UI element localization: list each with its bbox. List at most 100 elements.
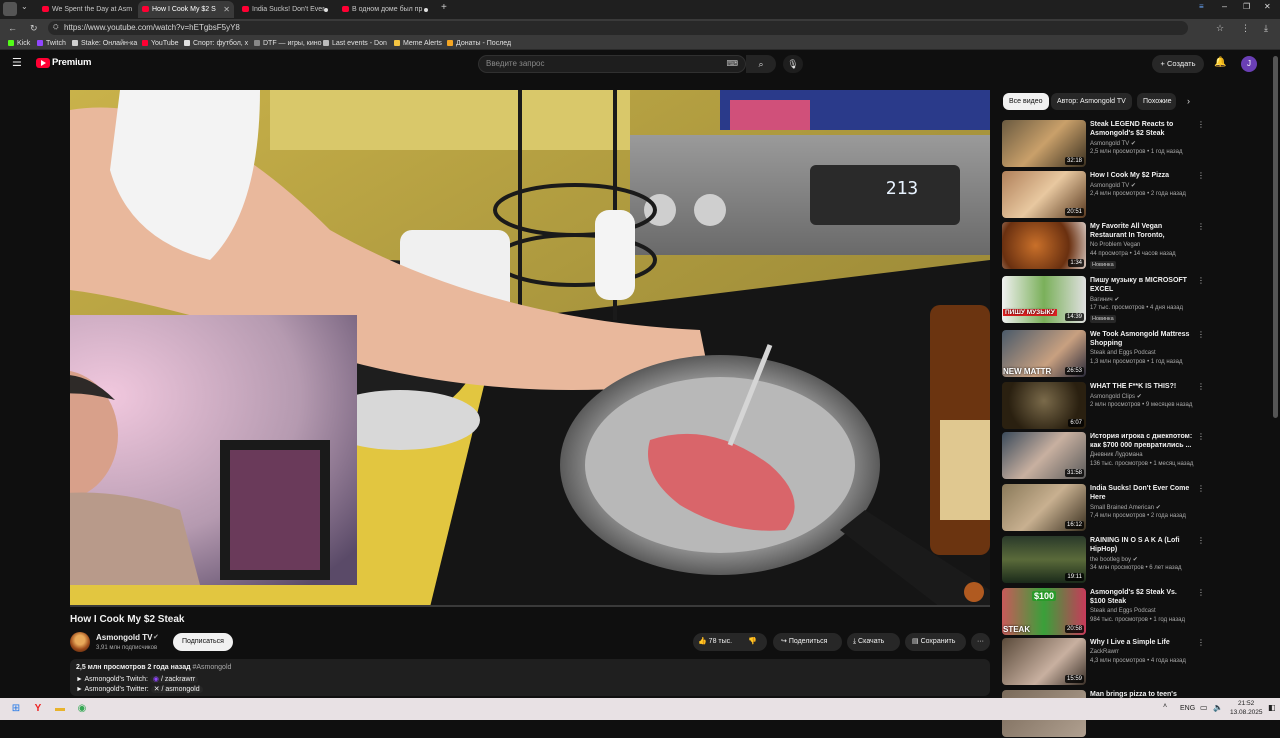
bookmark-stake[interactable]: Stake: Онлайн-ка <box>72 37 137 50</box>
bookmark-kick[interactable]: Kick <box>8 37 30 50</box>
url-field[interactable]: ⛭ https://www.youtube.com/watch?v=hETgbs… <box>48 21 1188 35</box>
new-tab-button[interactable]: + <box>441 2 447 13</box>
recommendation-title[interactable]: We Took Asmongold Mattress Shopping <box>1090 330 1194 348</box>
recommendation-channel[interactable]: No Problem Vegan <box>1090 242 1140 248</box>
create-button[interactable]: + Создать <box>1152 55 1204 73</box>
bookmark-sport[interactable]: Спорт: футбол, х <box>184 37 248 50</box>
more-actions-button[interactable]: ··· <box>971 633 990 651</box>
tab-close-icon[interactable]: ✕ <box>223 1 230 18</box>
recommendation-card[interactable]: 1:34 My Favorite All Vegan Restaurant In … <box>1002 222 1207 270</box>
kebab-menu-icon[interactable]: ⋮ <box>1197 536 1205 545</box>
bookmark-dtf[interactable]: DTF — игры, кино <box>254 37 322 50</box>
yandex-browser-icon[interactable]: Y <box>30 701 46 717</box>
recommendation-channel[interactable]: ZackRawrr <box>1090 649 1119 655</box>
video-thumbnail[interactable]: 31:58 <box>1002 432 1086 479</box>
recommendation-card[interactable]: ПИШУ МУЗЫКУ 14:39 Пишу музыку в MICROSOFT … <box>1002 276 1207 324</box>
video-thumbnail[interactable]: ПИШУ МУЗЫКУ 14:39 <box>1002 276 1086 323</box>
search-button[interactable]: ⌕ <box>746 55 776 73</box>
tab-3[interactable]: В одном доме был пр <box>338 1 434 18</box>
recommendation-title[interactable]: RAINING IN O S A K A (Lofi HipHop) <box>1090 536 1194 554</box>
network-icon[interactable]: ▭ <box>1200 703 1208 712</box>
kebab-menu-icon[interactable]: ⋮ <box>1197 638 1205 647</box>
notifications-icon[interactable]: ◧ <box>1268 703 1276 712</box>
twitch-link[interactable]: ◉ / zackrawrr <box>149 676 199 683</box>
recommendation-channel[interactable]: Steak and Eggs Podcast <box>1090 608 1156 614</box>
progress-bar[interactable] <box>70 605 990 607</box>
keyboard-icon[interactable]: ⌨ <box>726 56 738 72</box>
video-thumbnail[interactable]: 6:07 <box>1002 382 1086 429</box>
page-scrollbar[interactable] <box>1273 56 1278 418</box>
kebab-menu-icon[interactable]: ⋮ <box>1197 222 1205 231</box>
kebab-menu-icon[interactable]: ⋮ <box>1197 382 1205 391</box>
bookmark-meme-alerts[interactable]: Meme Alerts <box>394 37 442 50</box>
recommendation-channel[interactable]: Вагинич ✔ <box>1090 296 1119 303</box>
recommendation-title[interactable]: India Sucks! Don't Ever Come Here <box>1090 484 1194 502</box>
recommendation-card[interactable]: 15:59 Why I Live a Simple Life ZackRawrr 4,… <box>1002 638 1207 686</box>
bookmark-twitch[interactable]: Twitch <box>37 37 66 50</box>
video-thumbnail[interactable]: 32:18 <box>1002 120 1086 167</box>
kebab-menu-icon[interactable]: ⋮ <box>1241 19 1250 37</box>
kebab-menu-icon[interactable]: ⋮ <box>1197 588 1205 597</box>
recommendation-channel[interactable]: Asmongold Clips ✔ <box>1090 393 1142 400</box>
save-button[interactable]: ▤ Сохранить <box>905 633 966 651</box>
voice-search-button[interactable]: 🎙 <box>783 55 803 73</box>
recommendation-title[interactable]: WHAT THE F**K IS THIS?! <box>1090 382 1194 391</box>
recommendation-title[interactable]: Asmongold's $2 Steak Vs. $100 Steak <box>1090 588 1194 606</box>
recommendation-title[interactable]: Пишу музыку в MICROSOFT EXCEL <box>1090 276 1194 294</box>
hashtag-link[interactable]: #Asmongold <box>192 664 231 671</box>
recommendation-channel[interactable]: Asmongold TV ✔ <box>1090 182 1136 189</box>
twitter-link[interactable]: ✕ / asmongold <box>150 686 203 693</box>
site-info-icon[interactable]: ⛭ <box>53 21 59 35</box>
recommendation-title[interactable]: История игрока с джекпотом: как $700 000… <box>1090 432 1194 450</box>
recommendation-title[interactable]: How I Cook My $2 Pizza <box>1090 171 1194 180</box>
tab-list-icon[interactable]: ⌄ <box>21 2 28 11</box>
video-thumbnail[interactable]: 20:51 <box>1002 171 1086 218</box>
video-thumbnail[interactable]: NEW MATTR 26:53 <box>1002 330 1086 377</box>
recommendation-card[interactable]: NEW MATTR 26:53 We Took Asmongold Mattress… <box>1002 330 1207 378</box>
extensions-icon[interactable]: ≡ <box>1199 2 1204 11</box>
video-thumbnail[interactable]: STEAK $100 20:58 <box>1002 588 1086 635</box>
recommendation-title[interactable]: Steak LEGEND Reacts to Asmongold's $2 St… <box>1090 120 1194 138</box>
recommendation-channel[interactable]: Steak and Eggs Podcast <box>1090 350 1156 356</box>
recommendation-card[interactable]: 32:18 Steak LEGEND Reacts to Asmongold's … <box>1002 120 1207 168</box>
minimize-icon[interactable]: – <box>1222 1 1227 11</box>
channel-name[interactable]: Asmongold TV <box>96 633 152 642</box>
share-button[interactable]: ↪ Поделиться <box>773 633 842 651</box>
chip-related[interactable]: Похожие <box>1137 93 1176 110</box>
volume-icon[interactable]: 🔈 <box>1213 703 1223 712</box>
download-button[interactable]: ⤓ Скачать <box>847 633 900 651</box>
recommendation-card[interactable]: 20:51 How I Cook My $2 Pizza Asmongold TV … <box>1002 171 1207 219</box>
recommendation-channel[interactable]: the bootleg boy ✔ <box>1090 556 1138 563</box>
bookmark-youtube[interactable]: YouTube <box>142 37 179 50</box>
search-input[interactable]: Введите запрос ⌨ <box>478 55 746 73</box>
clock-time[interactable]: 21:52 <box>1238 700 1254 707</box>
kebab-menu-icon[interactable]: ⋮ <box>1197 276 1205 285</box>
kebab-menu-icon[interactable]: ⋮ <box>1197 484 1205 493</box>
chrome-icon[interactable]: ◉ <box>74 701 90 717</box>
recommendation-card[interactable]: 19:11 RAINING IN O S A K A (Lofi HipHop) t… <box>1002 536 1207 584</box>
restore-icon[interactable]: ❐ <box>1243 2 1250 11</box>
recommendation-channel[interactable]: Small Brained American ✔ <box>1090 504 1161 511</box>
bookmark-star-icon[interactable]: ☆ <box>1216 19 1224 37</box>
like-button[interactable]: 👍 78 тыс. <box>698 633 740 651</box>
chip-author[interactable]: Автор: Asmongold TV <box>1051 93 1132 110</box>
reload-icon[interactable]: ↻ <box>30 19 38 37</box>
tab-0[interactable]: We Spent the Day at Asm <box>38 1 134 18</box>
recommendation-card[interactable]: STEAK $100 20:58 Asmongold's $2 Steak Vs. $… <box>1002 588 1207 636</box>
recommendation-card[interactable]: 16:12 India Sucks! Don't Ever Come Here Sm… <box>1002 484 1207 532</box>
close-window-icon[interactable]: ✕ <box>1264 2 1271 11</box>
kebab-menu-icon[interactable]: ⋮ <box>1197 171 1205 180</box>
browser-menu-icon[interactable] <box>3 2 17 16</box>
video-thumbnail[interactable]: 1:34 <box>1002 222 1086 269</box>
video-thumbnail[interactable]: 19:11 <box>1002 536 1086 583</box>
video-thumbnail[interactable]: 16:12 <box>1002 484 1086 531</box>
tray-chevron-icon[interactable]: ˄ <box>1163 703 1167 710</box>
subscribe-button[interactable]: Подписаться <box>173 633 233 651</box>
download-icon[interactable]: ⤓ <box>1264 19 1268 37</box>
tab-2[interactable]: India Sucks! Don't Ever <box>238 1 334 18</box>
recommendation-title[interactable]: My Favorite All Vegan Restaurant In Toro… <box>1090 222 1194 241</box>
account-avatar[interactable]: J <box>1241 56 1257 72</box>
video-player[interactable]: 213 <box>70 90 990 607</box>
video-thumbnail[interactable]: 15:59 <box>1002 638 1086 685</box>
kebab-menu-icon[interactable]: ⋮ <box>1197 432 1205 441</box>
